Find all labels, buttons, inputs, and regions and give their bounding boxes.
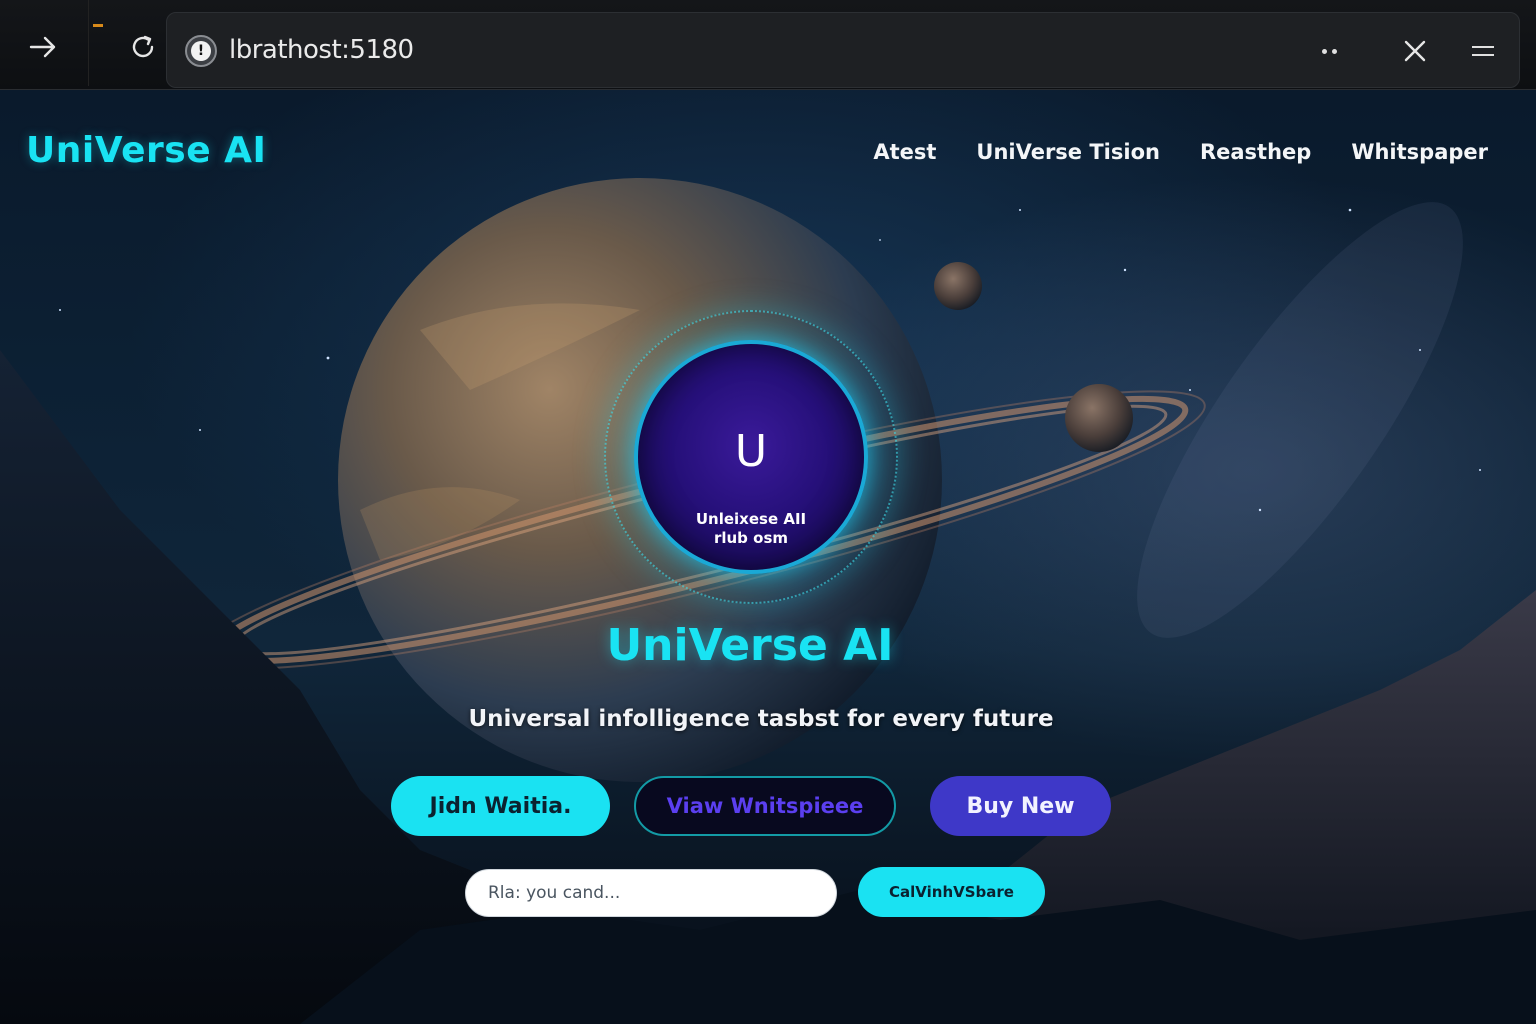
core-letter: U [734, 426, 768, 477]
moon-small [934, 262, 982, 310]
core-caption-line2: rlub osm [713, 529, 789, 547]
tab-indicator [93, 24, 103, 27]
core-caption: Unleixese AII rlub osm [638, 510, 864, 548]
page-viewport: UniVerse AI Atest UniVerse Tision Reasth… [0, 90, 1536, 1024]
hero-tagline: Universal infolligence tasbst for every … [468, 706, 1054, 732]
address-bar[interactable]: ! lbrathost:5180 [166, 12, 1520, 88]
url-text[interactable]: lbrathost:5180 [229, 35, 414, 65]
join-waitlist-button[interactable]: Jidn Waitia. [391, 776, 610, 836]
ai-core-emblem: U Unleixese AII rlub osm [604, 310, 898, 604]
brand-logo[interactable]: UniVerse AI [26, 130, 266, 171]
core-disc: U Unleixese AII rlub osm [634, 340, 868, 574]
browser-toolbar: ! lbrathost:5180 [0, 0, 1536, 90]
moon-large [1065, 384, 1133, 452]
submit-button[interactable]: CalVinhVSbare [858, 867, 1045, 917]
core-caption-line1: Unleixese AII [695, 510, 807, 528]
hero-title: UniVerse AI [606, 620, 894, 671]
more-dots-icon [1321, 48, 1327, 54]
info-icon: ! [191, 41, 211, 61]
forward-button[interactable] [18, 22, 68, 72]
view-whitepaper-button[interactable]: Viaw Wnitspieee [634, 776, 896, 836]
nav-item-whitepaper[interactable]: Whitspaper [1351, 140, 1488, 164]
more-options-button[interactable] [1307, 31, 1351, 71]
main-nav: Atest UniVerse Tision Reasthep Whitspape… [873, 140, 1488, 164]
reload-button[interactable] [118, 22, 168, 72]
menu-icon [1472, 54, 1494, 56]
close-button[interactable] [1393, 31, 1437, 71]
email-input[interactable] [465, 869, 837, 917]
toolbar-divider [88, 0, 89, 86]
site-info-button[interactable]: ! [185, 35, 217, 67]
milky-way [1137, 202, 1463, 638]
nav-item-latest[interactable]: Atest [873, 140, 936, 164]
menu-icon [1472, 46, 1494, 48]
menu-button[interactable] [1461, 31, 1505, 71]
more-dots-icon [1331, 48, 1337, 54]
close-icon [1404, 40, 1426, 62]
nav-item-universe-vision[interactable]: UniVerse Tision [976, 140, 1160, 164]
buy-now-button[interactable]: Buy New [930, 776, 1111, 836]
arrow-right-icon [29, 36, 56, 58]
reload-icon [132, 35, 154, 58]
nav-item-roadmap[interactable]: Reasthep [1200, 140, 1311, 164]
